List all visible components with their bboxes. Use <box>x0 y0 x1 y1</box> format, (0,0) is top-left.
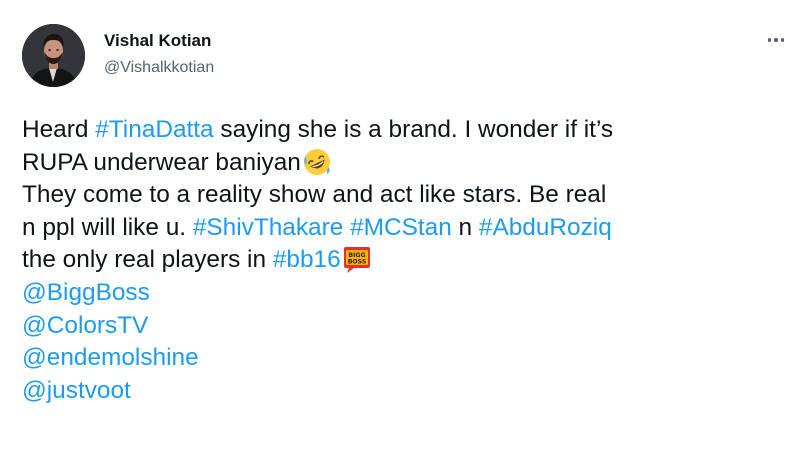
tweet-text-segment: saying she is a brand. I wonder if it’s <box>213 116 614 143</box>
tweet-text-segment: the only real players in <box>22 246 273 274</box>
tweet-line: @BiggBoss <box>22 277 792 310</box>
hashtag-link[interactable]: #ShivThakare <box>193 214 344 241</box>
hashtag-link[interactable]: #MCStan <box>350 214 452 241</box>
tweet-line: Heard #TinaDatta saying she is a brand. … <box>22 114 792 147</box>
tweet-line: They come to a reality show and act like… <box>22 179 792 212</box>
tweet-line: the only real players in #bb16 BIGG BOSS <box>22 244 792 277</box>
author-name[interactable]: Vishal Kotian <box>104 31 211 51</box>
rolling-on-floor-laughing-emoji <box>302 147 332 177</box>
more-horizontal-icon <box>774 38 778 42</box>
hashtag-link[interactable]: #bb16 <box>273 246 341 273</box>
mention-link[interactable]: @ColorsTV <box>22 312 148 339</box>
more-options-button[interactable] <box>761 28 791 52</box>
more-horizontal-icon <box>767 38 772 42</box>
mention-link[interactable]: @BiggBoss <box>22 279 150 306</box>
hashtag-link[interactable]: #AbduRoziq <box>479 214 612 241</box>
tweet-line: @endemolshine <box>22 342 792 375</box>
tweet-text-segment: RUPA underwear baniyan <box>22 148 301 176</box>
author-handle[interactable]: @Vishalkkotian <box>104 59 214 77</box>
bigg-boss-emoji: BIGG BOSS <box>342 244 372 274</box>
avatar[interactable] <box>22 24 85 87</box>
tweet-text-segment: n ppl will like u. <box>22 213 193 241</box>
tweet-line: RUPA underwear baniyan <box>22 147 792 180</box>
mention-link[interactable]: @endemolshine <box>22 344 199 371</box>
tweet-text-segment: Heard <box>22 116 96 143</box>
hashtag-link[interactable]: #TinaDatta <box>95 116 213 143</box>
tweet-line: @justvoot <box>22 375 792 408</box>
mention-link[interactable]: @justvoot <box>22 377 131 404</box>
svg-text:BOSS: BOSS <box>347 259 366 266</box>
tweet-text-segment: They come to a reality show and act like… <box>22 181 607 209</box>
more-horizontal-icon <box>780 38 785 42</box>
tweet-line: @ColorsTV <box>22 310 792 343</box>
tweet-card: Vishal Kotian @Vishalkkotian Heard #Tina… <box>0 0 811 475</box>
tweet-text: Heard #TinaDatta saying she is a brand. … <box>22 114 792 407</box>
tweet-text-segment: n <box>451 213 479 241</box>
tweet-line: n ppl will like u. #ShivThakare #MCStan … <box>22 212 792 245</box>
